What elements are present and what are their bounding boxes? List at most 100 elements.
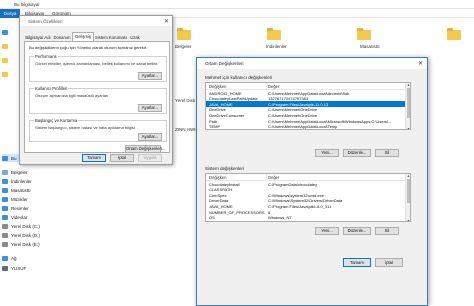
environment-variables-dialog: Ortam Değişkenleri ✕ Mehmet için kullanı…	[196, 57, 428, 306]
system-new-button[interactable]: Yeni...	[315, 227, 339, 235]
nav-item-quick-access[interactable]	[2, 28, 11, 36]
group-startup-recovery-label: Başlangıç ve Kurtarma	[34, 118, 79, 123]
folder-icon	[2, 169, 8, 175]
user-vars-table[interactable]: Değişken Değer ANDROID_HOME C:\Users\Mehm…	[205, 82, 411, 130]
nav-item-this-pc[interactable]: Bu	[2, 154, 20, 162]
column-separator[interactable]	[266, 174, 267, 181]
scroll-up-icon[interactable]: ▲	[406, 83, 410, 87]
pc-icon	[2, 265, 8, 271]
folder-documents-label: Belgeler	[175, 44, 192, 49]
col-variable-header[interactable]: Değişken	[209, 175, 226, 180]
environment-variables-button[interactable]: Ortam Değişkenleri...	[125, 145, 165, 153]
scroll-up-icon[interactable]: ▲	[406, 174, 410, 178]
nav-item-music[interactable]: Müzikler	[2, 195, 28, 203]
folder-documents-icon[interactable]	[177, 28, 191, 40]
column-separator[interactable]	[266, 83, 267, 90]
nav-item-folder-1[interactable]	[2, 42, 11, 50]
ribbon-tab-file[interactable]: Dosya	[0, 9, 20, 18]
tab-advanced[interactable]: Gelişmiş	[72, 32, 94, 41]
nav-item-drive-d[interactable]: Yerel Disk (D:)	[2, 231, 40, 239]
system-vars-scrollbar[interactable]: ▲ ▼	[405, 174, 410, 221]
disk-icon	[2, 232, 8, 238]
system-edit-button[interactable]: Düzenle...	[343, 227, 371, 235]
folder-downloads-label: İndirilenler	[266, 44, 287, 49]
nav-item-drive-c[interactable]: Yerel Disk (C:)	[2, 222, 40, 230]
user-vars-header: Değişken Değer	[206, 83, 410, 90]
folder-icon	[2, 57, 8, 63]
group-startup-recovery: Başlangıç ve Kurtarma Sistem başlangıcı,…	[29, 118, 167, 142]
sysprops-title: Sistem Özellikleri	[28, 18, 63, 24]
group-user-profiles-desc: Oturum açmanızla ilgili masaüstü ayarlar…	[35, 93, 109, 98]
startup-settings-button[interactable]: Ayarlar...	[138, 133, 162, 141]
star-icon	[2, 29, 8, 35]
group-performance-desc: Görsel efektler, işlemci zamanlaması, be…	[35, 61, 158, 66]
group-user-profiles: Kullanıcı Profilleri Oturum açmanızla il…	[29, 86, 167, 114]
user-edit-button[interactable]: Düzenle...	[343, 149, 371, 157]
table-row[interactable]: OS Windows_NT	[206, 215, 410, 221]
envvars-title: Ortam Değişkenleri	[205, 61, 244, 66]
nav-item-yusuf[interactable]: YUSUF	[2, 264, 26, 272]
scroll-thumb[interactable]	[407, 179, 410, 203]
group-startup-recovery-desc: Sistem başlangıcı, sistem hatası ve hata…	[35, 125, 135, 130]
disk-icon	[2, 223, 8, 229]
group-performance-label: Performans	[34, 54, 58, 59]
folder-icon	[2, 43, 8, 49]
user-delete-button[interactable]: Sil	[375, 149, 399, 157]
explorer-title: Bu bilgisayar	[14, 2, 40, 7]
col-value-header[interactable]: Değer	[268, 175, 279, 180]
sysprops-ok-button[interactable]: Tamam	[82, 154, 106, 162]
group-performance: Performans Görsel efektler, işlemci zama…	[29, 54, 167, 82]
nav-item-desktop[interactable]: Masaüstü	[2, 186, 31, 194]
nav-item-folder-2[interactable]	[2, 56, 11, 64]
nav-item-folder-3[interactable]	[2, 70, 11, 78]
disk-icon	[2, 241, 8, 247]
drive-partial-label: Yerel Disk	[175, 98, 196, 103]
admin-note: Bu değişikliklerin çoğu için Yönetici ol…	[29, 45, 147, 50]
table-row[interactable]: TEMP C:\Users\Mehmet\AppData\Local\Temp	[206, 124, 410, 130]
scroll-thumb[interactable]	[407, 88, 410, 118]
sysprops-tabbar: Bilgisayar Adı Donanım Gelişmiş Sistem K…	[24, 32, 170, 41]
tab-remote[interactable]: Uzak	[128, 33, 142, 41]
music-icon	[2, 196, 8, 202]
nav-item-videos[interactable]: Videolar	[2, 213, 27, 221]
variable-name: TEMP	[209, 124, 221, 130]
envvars-cancel-button[interactable]: İptal	[375, 258, 403, 267]
close-icon[interactable]: ✕	[418, 60, 423, 67]
pc-icon	[2, 155, 8, 161]
system-vars-label: Sistem değişkenleri	[205, 166, 245, 171]
nav-item-documents[interactable]: Belgeler	[2, 168, 28, 176]
tab-computer-name[interactable]: Bilgisayar Adı	[24, 33, 52, 41]
system-properties-dialog: Sistem Özellikleri ✕ Bilgisayar Adı Dona…	[19, 15, 173, 165]
download-icon	[2, 178, 8, 184]
variable-value: C:\Users\Mehmet\AppData\Local\Temp	[268, 124, 338, 130]
folder-desktop-icon[interactable]	[357, 28, 371, 40]
nav-item-pictures[interactable]: Resimler	[2, 204, 29, 212]
video-icon	[2, 214, 8, 220]
col-value-header[interactable]: Değer	[268, 84, 279, 89]
user-vars-scrollbar[interactable]: ▲ ▼	[405, 83, 410, 129]
scroll-down-icon[interactable]: ▼	[406, 219, 410, 221]
performance-settings-button[interactable]: Ayarlar...	[138, 72, 162, 80]
sysprops-cancel-button[interactable]: İptal	[110, 154, 134, 162]
close-icon[interactable]: ✕	[164, 18, 169, 25]
explorer-titlebar: Bu bilgisayar	[0, 0, 474, 9]
advanced-tab-panel: Bu değişikliklerin çoğu için Yönetici ol…	[24, 41, 170, 153]
scroll-down-icon[interactable]: ▼	[406, 127, 410, 129]
folder-downloads-icon[interactable]	[267, 28, 281, 40]
profiles-settings-button[interactable]: Ayarlar...	[138, 104, 162, 112]
picture-icon	[2, 205, 8, 211]
nav-item-network[interactable]: Ağ	[2, 254, 17, 262]
folder-extra-icon[interactable]	[447, 28, 461, 40]
col-variable-header[interactable]: Değişken	[209, 84, 226, 89]
system-delete-button[interactable]: Sil	[375, 227, 399, 235]
envvars-ok-button[interactable]: Tamam	[343, 258, 371, 267]
system-vars-table[interactable]: Değişken Değer ChocolateyInstall C:\Progr…	[205, 173, 411, 222]
tab-system-protection[interactable]: Sistem Koruması	[94, 33, 128, 41]
sysprops-apply-button[interactable]: Uygula	[138, 154, 162, 162]
nav-item-drive-e[interactable]: Yerel Disk (E:)	[2, 240, 40, 248]
user-new-button[interactable]: Yeni...	[315, 149, 339, 157]
sysprops-titlebar: Sistem Özellikleri ✕	[20, 16, 172, 26]
tab-hardware[interactable]: Donanım	[52, 33, 72, 41]
nav-item-downloads[interactable]: İndirilenler	[2, 177, 32, 185]
group-user-profiles-label: Kullanıcı Profilleri	[34, 86, 69, 91]
